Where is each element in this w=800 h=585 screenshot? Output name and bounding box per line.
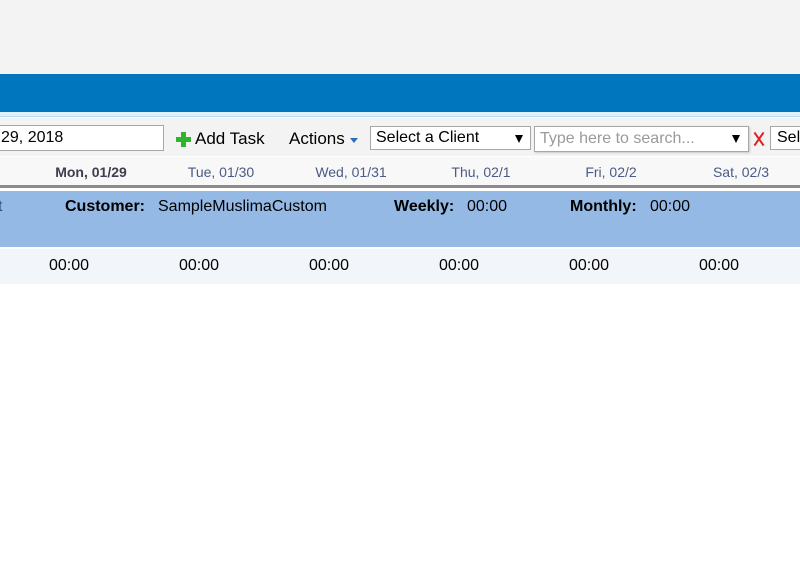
secondary-select[interactable]: Sel — [770, 126, 800, 150]
day-header-fri[interactable]: Fri, 02/2 — [551, 164, 671, 180]
time-cell-tue[interactable]: 00:00 — [159, 257, 239, 275]
header-bar — [0, 74, 800, 112]
day-header-mon[interactable]: Mon, 01/29 — [31, 164, 151, 180]
time-cell-wed[interactable]: 00:00 — [289, 257, 369, 275]
day-header-tue[interactable]: Tue, 01/30 — [161, 164, 281, 180]
time-cell-sat[interactable]: 00:00 — [679, 257, 759, 275]
search-dropdown-arrow-icon[interactable] — [732, 135, 740, 143]
monthly-value: 00:00 — [650, 198, 691, 215]
customer-value: SampleMuslimaCustom — [158, 198, 327, 215]
caret-down-icon — [349, 137, 358, 143]
day-header-sat[interactable]: Sat, 02/3 — [681, 164, 800, 180]
monthly-label: Monthly: — [570, 198, 637, 215]
plus-icon — [176, 131, 191, 147]
top-gray-area — [0, 0, 800, 74]
time-cell-fri[interactable]: 00:00 — [549, 257, 629, 275]
client-select[interactable]: Select a Client — [370, 126, 531, 150]
band-left-fragment: t — [0, 198, 3, 215]
header-divider — [0, 185, 800, 188]
add-task-label: Add Task — [195, 129, 265, 148]
search-input[interactable]: Type here to search... — [534, 126, 749, 152]
clear-icon[interactable] — [751, 131, 766, 146]
time-cell-thu[interactable]: 00:00 — [419, 257, 499, 275]
time-cell-mon[interactable]: 00:00 — [29, 257, 109, 275]
actions-menu[interactable]: Actions — [289, 128, 358, 150]
actions-label: Actions — [289, 129, 345, 148]
day-header-thu[interactable]: Thu, 02/1 — [421, 164, 541, 180]
customer-label: Customer: — [65, 198, 146, 215]
day-header-wed[interactable]: Wed, 01/31 — [291, 164, 411, 180]
date-field[interactable]: 29, 2018 — [0, 125, 164, 151]
header-underline — [0, 112, 800, 117]
weekly-value: 00:00 — [467, 198, 508, 215]
client-select-value: Select a Client — [376, 129, 480, 146]
weekly-label: Weekly: — [394, 198, 455, 215]
add-task-button[interactable]: Add Task — [176, 128, 265, 150]
dropdown-arrow-icon — [515, 135, 523, 143]
